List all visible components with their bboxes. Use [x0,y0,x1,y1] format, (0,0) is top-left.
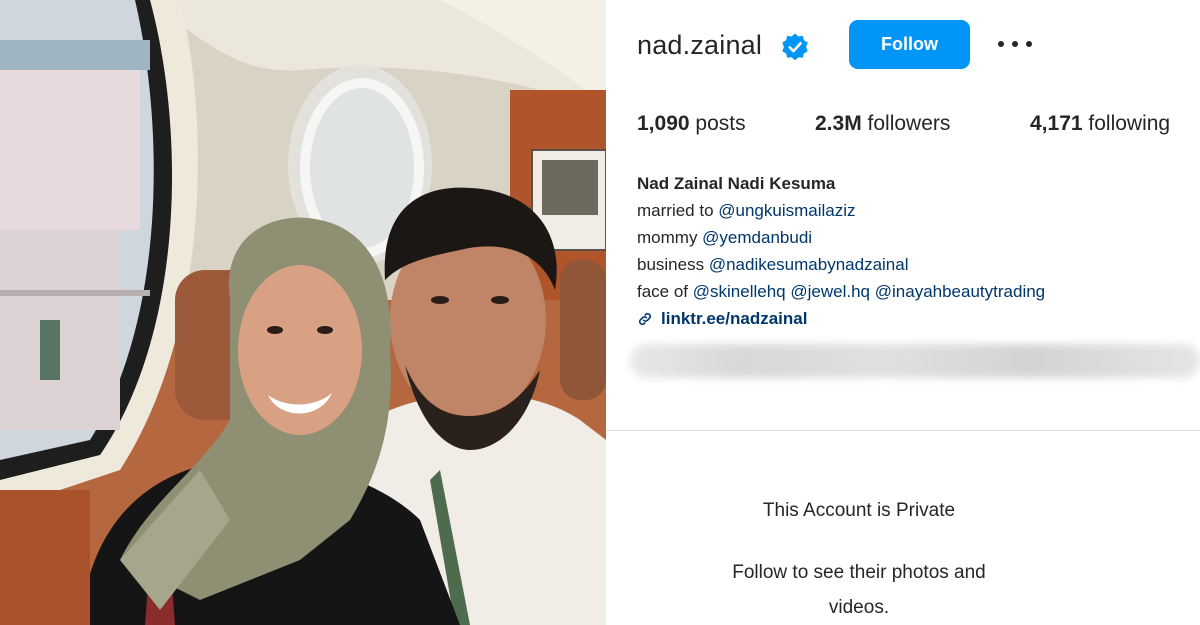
bio-mention[interactable]: @ungkuismailaziz [718,201,855,220]
bio-mention[interactable]: @skinellehq [693,282,786,301]
following-label: following [1082,112,1171,135]
profile-full-name: Nad Zainal Nadi Kesuma [637,174,836,193]
bio-text: business [637,255,709,274]
profile-photo [0,0,606,625]
posts-count: 1,090 posts [637,112,746,136]
bio-mention[interactable]: @nadikesumabynadzainal [709,255,909,274]
following-value: 4,171 [1030,112,1083,135]
posts-value: 1,090 [637,112,690,135]
divider [606,430,1200,431]
dot [1026,41,1032,47]
bio-line: married to @ungkuismailaziz [637,197,1045,224]
bio-mention[interactable]: @jewel.hq [790,282,870,301]
dot [1012,41,1018,47]
followers-count[interactable]: 2.3M followers [815,112,950,136]
profile-bio: Nad Zainal Nadi Kesuma married to @ungku… [637,170,1045,332]
bio-text: face of [637,282,693,301]
bio-link-row: linktr.ee/nadzainal [637,305,1045,332]
bio-text: mommy [637,228,703,247]
profile-username: nad.zainal [637,30,763,60]
bio-mention[interactable]: @yemdanbudi [702,228,812,247]
posts-label: posts [689,112,746,135]
more-options-icon[interactable] [998,29,1032,59]
private-account-title: This Account is Private [762,500,956,521]
blurred-content [630,344,1200,378]
bio-link[interactable]: linktr.ee/nadzainal [661,305,807,332]
followers-value: 2.3M [815,112,862,135]
bio-text: married to [637,201,719,220]
follow-button[interactable]: Follow [849,20,970,69]
following-count[interactable]: 4,171 following [1030,112,1170,136]
profile-panel: nad.zainal Follow 1,090 posts 2.3M follo… [606,0,1200,625]
bio-line: mommy @yemdanbudi [637,224,1045,251]
bio-mention[interactable]: @inayahbeautytrading [875,282,1045,301]
bio-line: face of @skinellehq @jewel.hq @inayahbea… [637,278,1045,305]
private-account-subtitle: Follow to see their photos and videos. [732,562,986,618]
link-icon [638,312,652,325]
bio-line: business @nadikesumabynadzainal [637,251,1045,278]
verified-badge-icon [782,33,808,61]
dot [998,41,1004,47]
followers-label: followers [861,112,951,135]
